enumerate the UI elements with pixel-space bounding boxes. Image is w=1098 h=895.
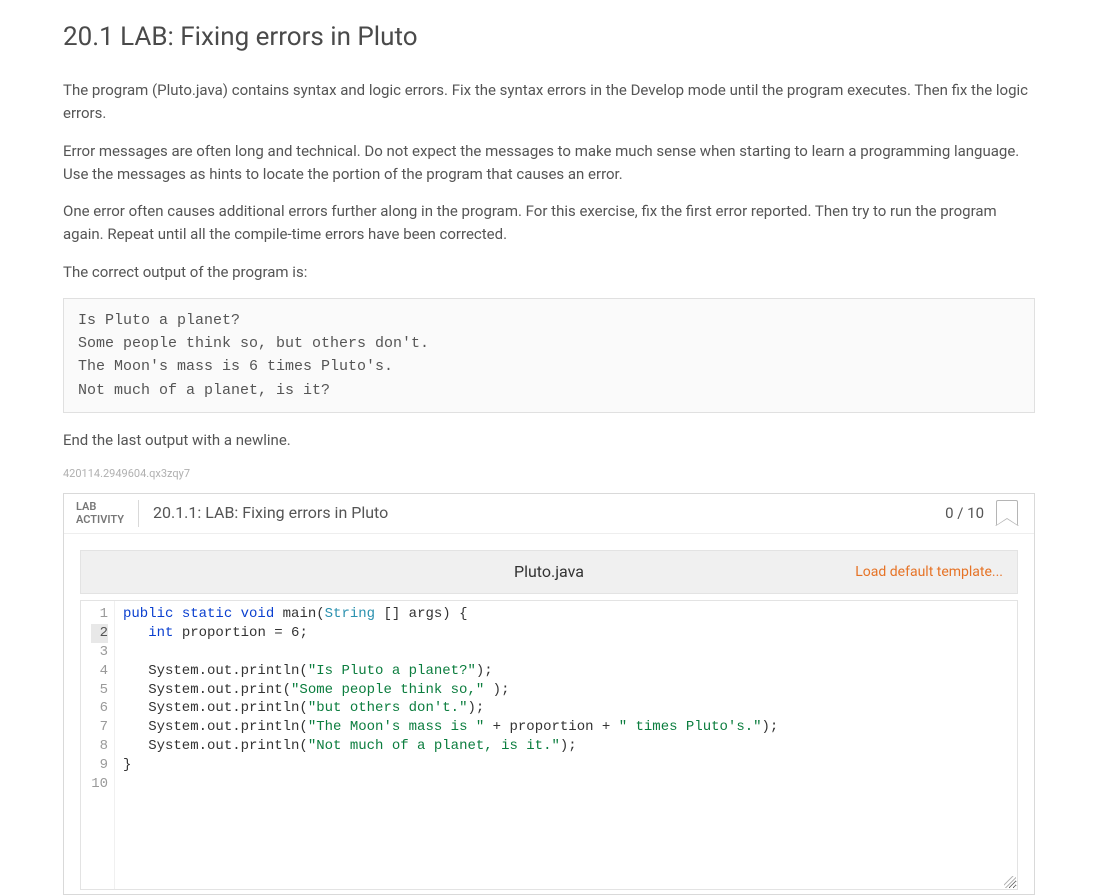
description-paragraph: The program (Pluto.java) contains syntax… (63, 79, 1039, 126)
code-line[interactable]: System.out.println("The Moon's mass is "… (123, 718, 1009, 737)
code-line[interactable] (123, 643, 1009, 662)
score-badge-icon (996, 500, 1018, 526)
editor-gutter: 12345678910 (81, 601, 115, 889)
code-line[interactable]: } (123, 756, 1009, 775)
line-number: 1 (91, 605, 108, 624)
lab-label-line1: LAB (76, 500, 96, 513)
code-line[interactable]: System.out.println("Not much of a planet… (123, 737, 1009, 756)
lab-label-line2: ACTIVITY (76, 513, 124, 526)
line-number: 8 (91, 737, 108, 756)
code-line[interactable] (123, 775, 1009, 794)
line-number: 5 (91, 681, 108, 700)
activity-score: 0 / 10 (945, 502, 996, 525)
post-output-note: End the last output with a newline. (63, 429, 1039, 452)
line-number: 9 (91, 756, 108, 775)
line-number: 10 (91, 775, 108, 794)
description-paragraph: The correct output of the program is: (63, 261, 1039, 284)
file-tab-bar: Pluto.java Load default template... (80, 550, 1018, 594)
load-default-template-link[interactable]: Load default template... (855, 562, 1003, 583)
lab-activity-label: LAB ACTIVITY (76, 500, 139, 528)
activity-header: LAB ACTIVITY 20.1.1: LAB: Fixing errors … (64, 494, 1034, 535)
line-number: 6 (91, 699, 108, 718)
code-line[interactable]: System.out.println("but others don't."); (123, 699, 1009, 718)
resize-handle-icon (1004, 876, 1016, 888)
assignment-page: 20.1 LAB: Fixing errors in Pluto The pro… (59, 0, 1039, 895)
line-number: 7 (91, 718, 108, 737)
activity-title: 20.1.1: LAB: Fixing errors in Pluto (139, 501, 945, 525)
code-line[interactable]: System.out.print("Some people think so,"… (123, 681, 1009, 700)
code-line[interactable]: public static void main(String [] args) … (123, 605, 1009, 624)
lab-activity-card: LAB ACTIVITY 20.1.1: LAB: Fixing errors … (63, 493, 1035, 895)
description-paragraph: Error messages are often long and techni… (63, 140, 1039, 187)
code-line[interactable]: System.out.println("Is Pluto a planet?")… (123, 662, 1009, 681)
page-title: 20.1 LAB: Fixing errors in Pluto (63, 18, 1039, 57)
line-number: 3 (91, 643, 108, 662)
code-line[interactable]: int proportion = 6; (123, 624, 1009, 643)
line-number: 2 (91, 624, 108, 643)
activity-body: Pluto.java Load default template... 1234… (64, 534, 1034, 894)
file-name: Pluto.java (514, 560, 584, 584)
expected-output: Is Pluto a planet? Some people think so,… (63, 298, 1035, 413)
description-paragraph: One error often causes additional errors… (63, 200, 1039, 247)
hash-id: 420114.2949604.qx3zqy7 (63, 466, 1039, 483)
code-editor[interactable]: 12345678910 public static void main(Stri… (80, 600, 1018, 890)
editor-code-area[interactable]: public static void main(String [] args) … (115, 601, 1017, 889)
line-number: 4 (91, 662, 108, 681)
